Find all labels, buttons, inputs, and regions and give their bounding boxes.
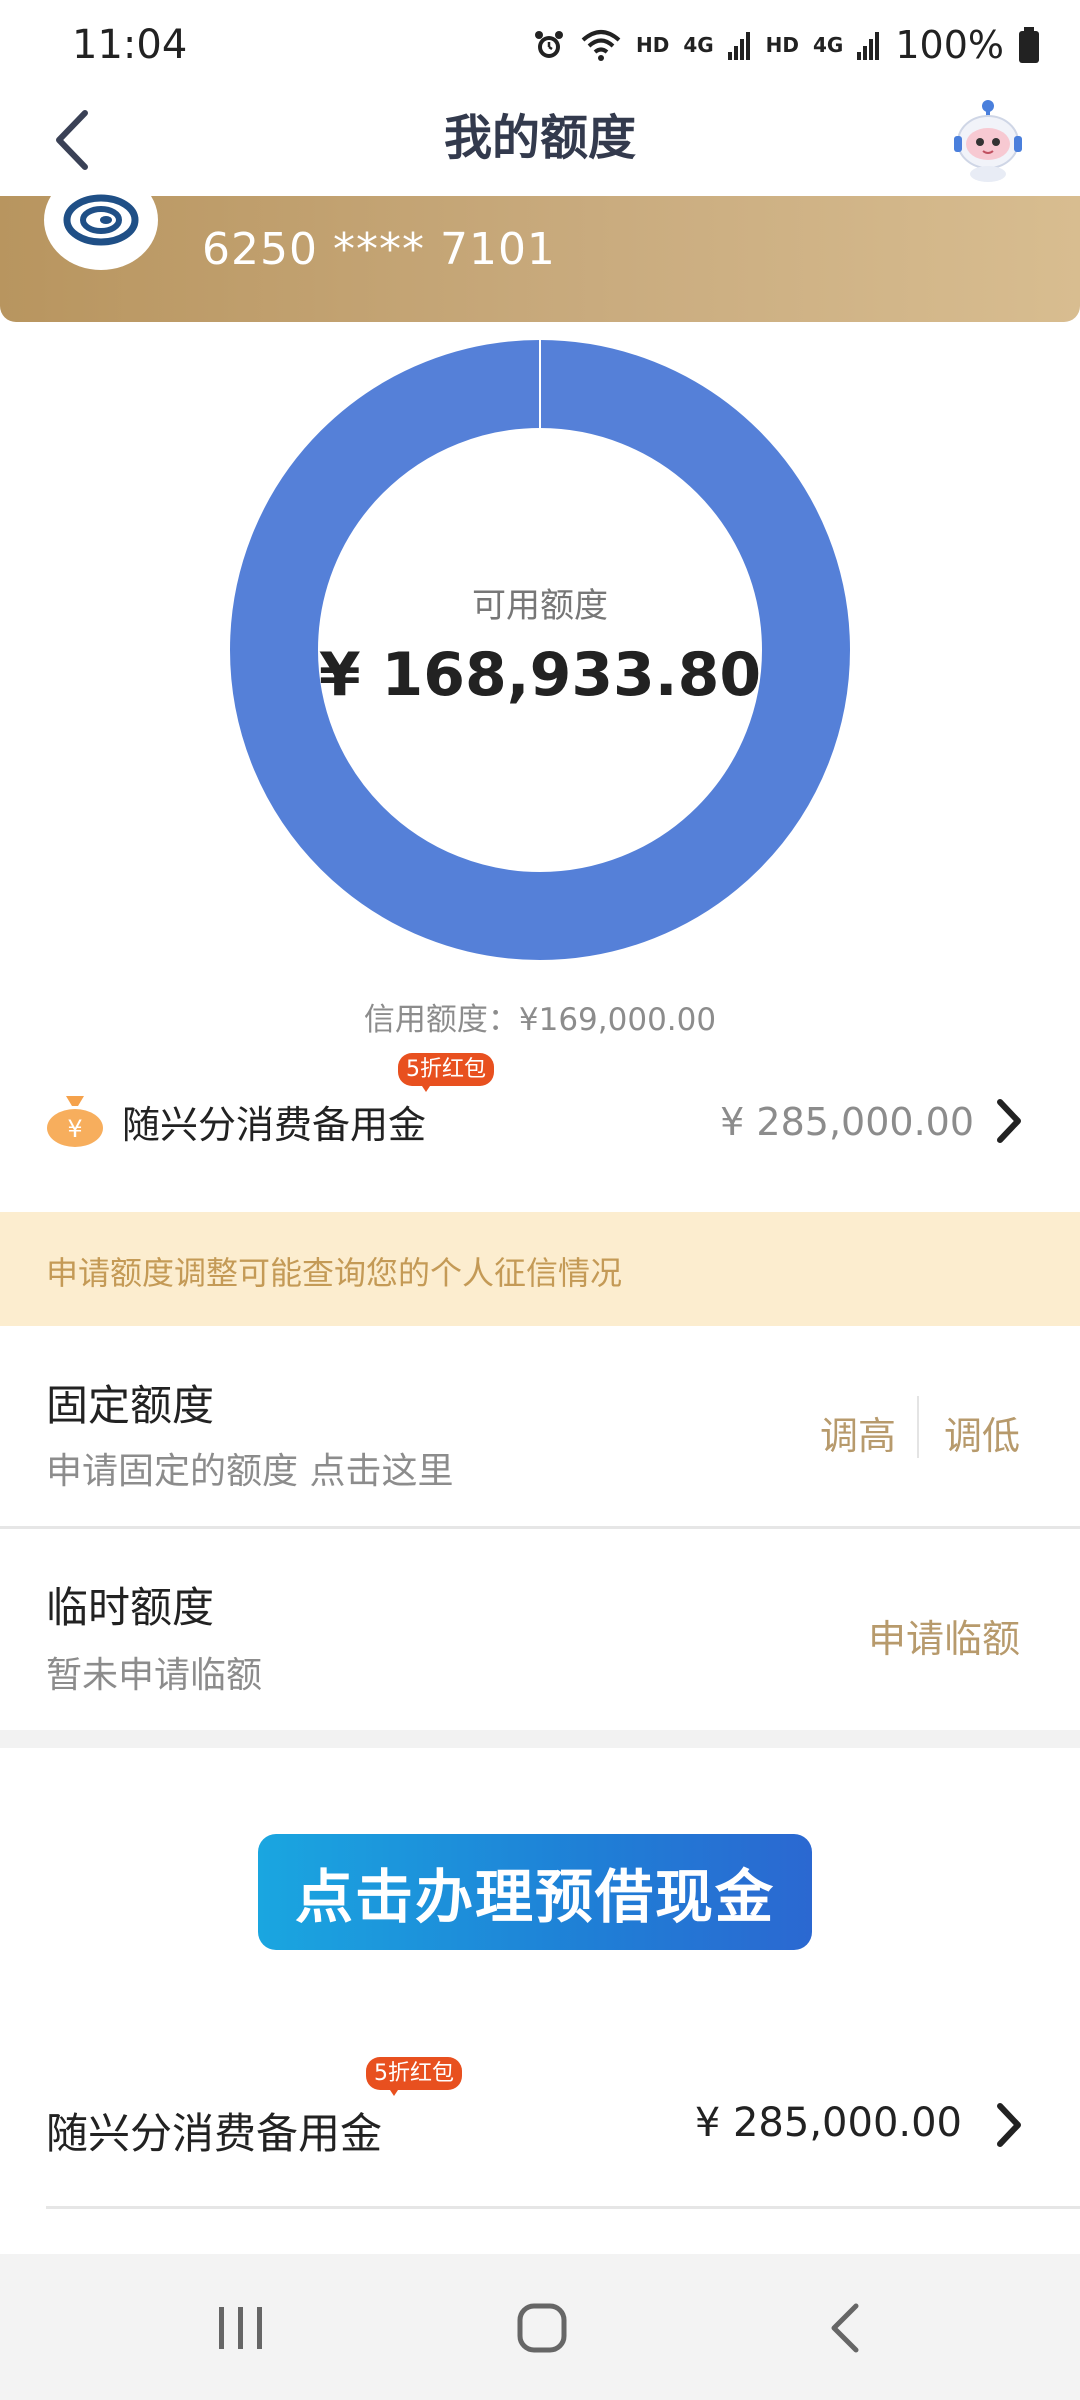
- recents-icon: [219, 2307, 262, 2349]
- divider: [46, 2206, 1080, 2209]
- apply-temporary-limit-button[interactable]: 申请临额: [868, 1608, 1020, 1663]
- back-nav-button[interactable]: [800, 2290, 890, 2366]
- divider: [917, 1396, 919, 1458]
- fixed-limit-title: 固定额度: [46, 1381, 215, 1430]
- credit-line-text: 信用额度：¥169,000.00: [363, 1002, 717, 1038]
- card-number: 6250 **** 7101: [202, 224, 556, 275]
- section-separator: [0, 1730, 1080, 1748]
- consumption-reserve-label-2[interactable]: 随兴分消费备用金: [46, 2100, 382, 2161]
- battery-percent: 100%: [895, 23, 1004, 67]
- signal-icon-2: [857, 32, 880, 60]
- available-limit-label: 可用额度: [472, 586, 608, 626]
- page-title: 我的额度: [443, 110, 636, 166]
- consumption-reserve-amount: ¥ 285,000.00: [720, 1100, 974, 1144]
- network-4g-2: 4G: [813, 33, 844, 57]
- home-button[interactable]: [497, 2290, 587, 2366]
- chevron-right-icon-2[interactable]: [994, 2102, 1024, 2152]
- recents-button[interactable]: [196, 2290, 286, 2366]
- credit-check-notice-text: 申请额度调整可能查询您的个人征信情况: [46, 1254, 623, 1292]
- discount-badge-text-2: 5折红包: [366, 2057, 462, 2090]
- temporary-limit-title: 临时额度: [46, 1583, 215, 1632]
- temporary-limit-subtitle: 暂未申请临额: [46, 1655, 263, 1696]
- lower-limit-button[interactable]: 调低: [944, 1405, 1020, 1460]
- fixed-limit-subtitle[interactable]: 申请固定的额度 点击这里: [46, 1442, 453, 1494]
- signal-icon: [727, 32, 750, 60]
- raise-limit-button[interactable]: 调高: [820, 1405, 896, 1460]
- status-icons: HD 4G HD 4G 100%: [532, 22, 1040, 68]
- network-4g-1: 4G: [683, 33, 714, 57]
- cash-advance-banner[interactable]: 点击办理预借现金: [258, 1834, 812, 1950]
- money-bag-icon: ¥: [44, 1090, 106, 1148]
- discount-badge-2: 5折红包: [366, 2057, 462, 2096]
- divider: [0, 1526, 1080, 1529]
- back-icon: [831, 2303, 859, 2353]
- robot-assistant-icon[interactable]: [950, 96, 1026, 182]
- svg-text:¥: ¥: [67, 1115, 82, 1143]
- discount-badge-text: 5折红包: [398, 1053, 494, 1086]
- alarm-icon: [534, 31, 563, 58]
- consumption-reserve-label: 随兴分消费备用金: [122, 1103, 427, 1147]
- home-icon: [517, 2303, 567, 2353]
- network-hd-2: HD: [765, 33, 800, 57]
- chevron-right-icon: [994, 1098, 1024, 1148]
- battery-icon: [1019, 27, 1039, 63]
- bank-logo-icon: [44, 170, 158, 270]
- network-hd-1: HD: [635, 33, 670, 57]
- wifi-icon: [581, 30, 621, 61]
- discount-badge: 5折红包: [398, 1053, 494, 1092]
- available-limit-amount: ¥ 168,933.80: [318, 640, 762, 710]
- status-time: 11:04: [72, 22, 188, 68]
- consumption-reserve-amount-2: ¥ 285,000.00: [694, 2100, 962, 2146]
